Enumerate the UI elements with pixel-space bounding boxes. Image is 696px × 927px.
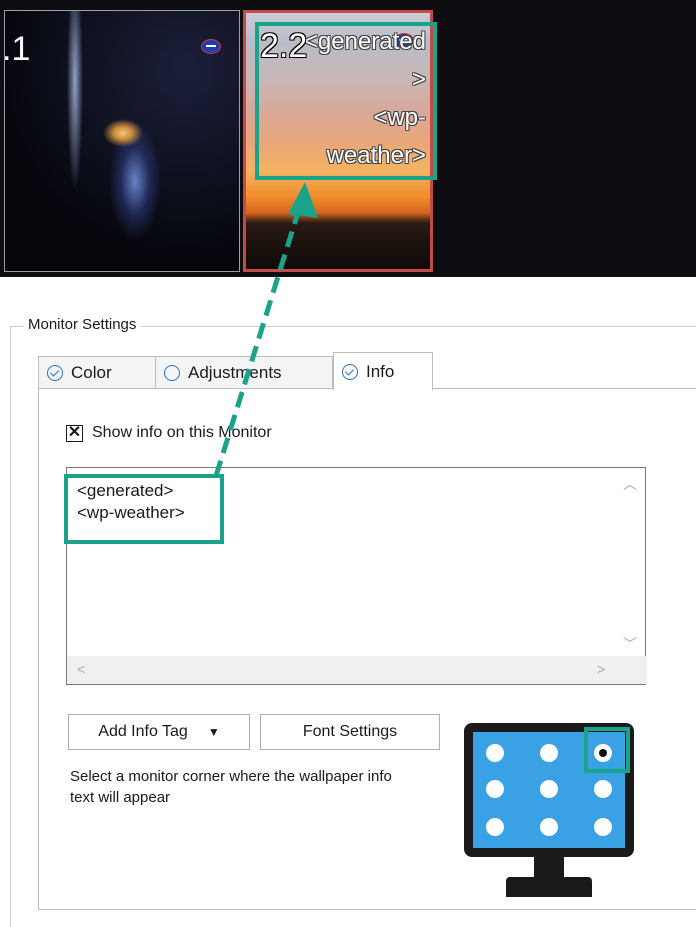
empty-circle-icon <box>164 364 180 381</box>
highlight-corner-box <box>584 727 630 773</box>
tab-label: Info <box>366 361 395 381</box>
scroll-up-icon[interactable]: ︿ <box>623 474 637 494</box>
corner-dot-bottom-center[interactable] <box>540 818 558 836</box>
show-info-label: Show info on this Monitor <box>92 424 272 441</box>
monitor-stand-neck <box>534 857 564 877</box>
corner-dot-bottom-left[interactable] <box>486 818 504 836</box>
corner-dot-middle-left[interactable] <box>486 780 504 798</box>
add-info-tag-label: Add Info Tag <box>98 723 188 740</box>
monitor-settings-title: Monitor Settings <box>24 316 141 333</box>
show-info-checkbox[interactable]: ✕ Show info on this Monitor <box>66 424 272 442</box>
monitor-1-label: .1 <box>2 30 31 68</box>
corner-hint-text: Select a monitor corner where the wallpa… <box>70 768 392 806</box>
highlight-overlay-box <box>255 22 437 180</box>
font-settings-label: Font Settings <box>302 723 398 740</box>
scroll-down-icon[interactable]: ﹀ <box>623 634 637 654</box>
highlight-text-box <box>64 474 224 544</box>
corner-dot-bottom-right[interactable] <box>594 818 612 836</box>
corner-dot-middle-right[interactable] <box>594 780 612 798</box>
tab-adjustments[interactable]: Adjustments <box>155 356 333 388</box>
tab-label: Adjustments <box>188 362 282 382</box>
tab-info[interactable]: Info <box>333 352 433 390</box>
corner-dot-top-center[interactable] <box>540 744 558 762</box>
checkbox-checked-icon[interactable]: ✕ <box>66 424 83 442</box>
font-settings-button[interactable]: Font Settings <box>260 714 440 750</box>
monitor-stand-foot <box>506 877 592 897</box>
dropdown-arrow-icon: ▼ <box>207 725 220 739</box>
nasa-logo-icon <box>201 39 221 54</box>
corner-dot-top-left[interactable] <box>486 744 504 762</box>
monitor-1-thumbnail[interactable] <box>4 10 240 272</box>
tab-color[interactable]: Color <box>38 356 156 388</box>
check-circle-icon <box>47 364 63 381</box>
vertical-scrollbar[interactable]: ︿ ﹀ <box>617 468 645 658</box>
horizontal-scrollbar[interactable]: < > <box>67 656 647 684</box>
check-circle-icon <box>342 363 358 380</box>
tab-label: Color <box>71 362 112 382</box>
corner-dot-center[interactable] <box>540 780 558 798</box>
scroll-left-icon[interactable]: < <box>77 661 85 677</box>
add-info-tag-dropdown[interactable]: Add Info Tag ▼ <box>68 714 250 750</box>
scroll-right-icon[interactable]: > <box>597 661 605 677</box>
